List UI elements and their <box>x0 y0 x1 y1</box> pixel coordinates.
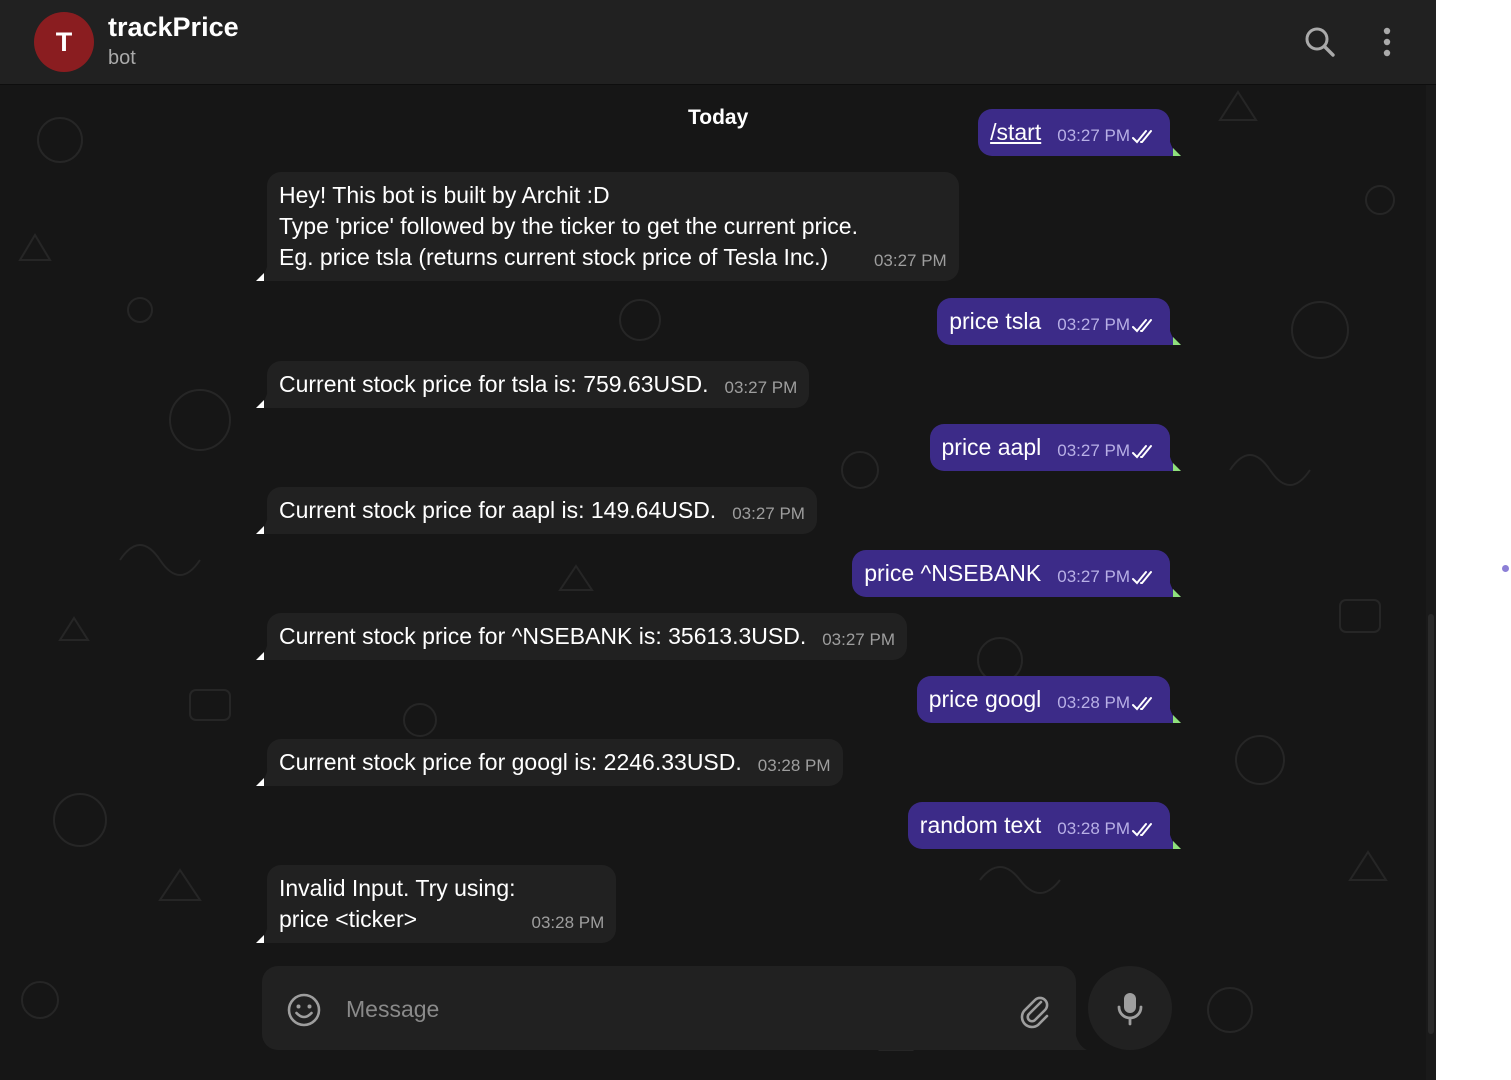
incoming-message[interactable]: Invalid Input. Try using: price <ticker> 0… <box>256 865 617 943</box>
read-double-check-icon <box>1132 696 1152 711</box>
message-text: price googl <box>928 686 1042 712</box>
message-line: Eg. price tsla (returns current stock pr… <box>279 244 829 270</box>
message-meta: 03:27 PM <box>822 628 895 652</box>
bubble-tail <box>256 390 268 408</box>
message-time: 03:27 PM <box>1057 126 1130 145</box>
chat-title[interactable]: trackPrice <box>108 12 239 43</box>
message-time: 03:27 PM <box>822 630 895 649</box>
message-text: price tsla <box>949 308 1042 334</box>
message-input[interactable] <box>344 988 988 1030</box>
message-time: 03:28 PM <box>1057 819 1130 838</box>
bubble-tail <box>1169 138 1181 156</box>
avatar[interactable]: T <box>34 12 94 72</box>
message-meta: 03:28 PM <box>1057 817 1158 841</box>
bubble-tail <box>256 516 268 534</box>
outgoing-message[interactable]: price tsla 03:27 PM <box>937 298 1181 345</box>
message-text: Invalid Input. Try using: price <ticker> <box>279 873 516 935</box>
bubble-tail <box>256 263 268 281</box>
message-text: Current stock price for tsla is: 759.63U… <box>279 369 709 400</box>
chat-scrollbar[interactable] <box>1426 84 1436 1080</box>
search-button[interactable] <box>1300 22 1340 62</box>
message-time: 03:27 PM <box>732 504 805 523</box>
message-time: 03:27 PM <box>1057 441 1130 460</box>
message-text: Hey! This bot is built by Archit :D Type … <box>279 180 858 273</box>
message-meta: 03:28 PM <box>758 754 831 778</box>
paperclip-icon <box>1020 996 1049 1029</box>
message-text[interactable]: /start <box>990 117 1041 148</box>
outgoing-message[interactable]: price ^NSEBANK 03:27 PM <box>852 550 1181 597</box>
message-composer <box>262 966 1087 1050</box>
search-icon <box>1305 27 1335 57</box>
bubble-tail <box>1169 831 1181 849</box>
message-time: 03:27 PM <box>724 378 798 397</box>
message-line: Hey! This bot is built by Archit :D <box>279 182 610 208</box>
message-meta: 03:27 PM <box>1057 439 1158 463</box>
bubble-tail <box>1169 705 1181 723</box>
message-text: Current stock price for aapl is: 149.64U… <box>279 495 716 526</box>
message-meta: 03:27 PM <box>874 249 947 273</box>
message-text: Current stock price for ^NSEBANK is: 356… <box>279 621 806 652</box>
incoming-message[interactable]: Current stock price for tsla is: 759.63U… <box>256 361 810 408</box>
more-vertical-icon <box>1383 27 1391 57</box>
read-double-check-icon <box>1132 318 1152 333</box>
message-meta: 03:27 PM <box>732 502 805 526</box>
incoming-message[interactable]: Current stock price for ^NSEBANK is: 356… <box>256 613 907 660</box>
message-text: price aapl <box>941 434 1042 460</box>
read-double-check-icon <box>1132 444 1152 459</box>
message-text: price ^NSEBANK <box>864 560 1042 586</box>
incoming-message[interactable]: Hey! This bot is built by Archit :D Type … <box>256 172 959 281</box>
message-text: random text <box>919 812 1042 838</box>
bubble-tail <box>256 925 268 943</box>
message-line: Invalid Input. Try using: <box>279 875 516 901</box>
message-line: price <ticker> <box>279 906 418 932</box>
read-double-check-icon <box>1132 822 1152 837</box>
incoming-message[interactable]: Current stock price for aapl is: 149.64U… <box>256 487 817 534</box>
chat-background-pattern <box>18 90 1395 1051</box>
message-line: Current stock price for ^NSEBANK is: 356… <box>279 623 807 649</box>
message-time: 03:28 PM <box>531 913 605 932</box>
message-time: 03:27 PM <box>873 251 947 270</box>
message-meta: 03:27 PM <box>1057 124 1158 148</box>
emoji-button[interactable] <box>284 990 324 1030</box>
chat-header: T trackPrice bot <box>0 0 1436 85</box>
message-time: 03:27 PM <box>1057 315 1130 334</box>
chat-status: bot <box>108 47 136 69</box>
microphone-icon <box>1117 993 1143 1026</box>
side-indicator-dot <box>1502 565 1509 572</box>
message-line: Current stock price for googl is: 2246.3… <box>279 749 742 775</box>
smile-icon <box>287 993 321 1027</box>
voice-message-button[interactable] <box>1088 966 1172 1050</box>
telegram-chat-window: T trackPrice bot Today /start 03:27 PM Hey… <box>0 0 1436 1080</box>
message-time: 03:27 PM <box>1057 567 1130 586</box>
message-line: Type 'price' followed by the ticker to g… <box>279 213 858 239</box>
outgoing-message[interactable]: random text 03:28 PM <box>907 802 1181 849</box>
message-meta: 03:27 PM <box>1057 565 1158 589</box>
more-options-button[interactable] <box>1367 22 1407 62</box>
scroll-thumb[interactable] <box>1428 614 1434 1034</box>
message-meta: 03:27 PM <box>1057 313 1158 337</box>
composer-tail <box>1075 1032 1087 1050</box>
message-meta: 03:28 PM <box>532 911 605 935</box>
message-meta: 03:28 PM <box>1057 691 1158 715</box>
outgoing-message[interactable]: price googl 03:28 PM <box>916 676 1181 723</box>
date-separator: Today <box>688 106 749 129</box>
message-meta: 03:27 PM <box>725 376 798 400</box>
message-line: Current stock price for aapl is: 149.64U… <box>279 497 717 523</box>
message-time: 03:28 PM <box>757 756 831 775</box>
read-double-check-icon <box>1132 129 1152 144</box>
bubble-tail <box>256 768 268 786</box>
read-double-check-icon <box>1132 570 1152 585</box>
message-time: 03:28 PM <box>1057 693 1130 712</box>
message-text: Current stock price for googl is: 2246.3… <box>279 747 742 778</box>
bubble-tail <box>256 642 268 660</box>
outgoing-message[interactable]: price aapl 03:27 PM <box>929 424 1181 471</box>
bubble-tail <box>1169 579 1181 597</box>
outgoing-message[interactable]: /start 03:27 PM <box>978 109 1181 156</box>
message-line: Current stock price for tsla is: 759.63U… <box>279 371 709 397</box>
attach-button[interactable] <box>1014 990 1054 1030</box>
incoming-message[interactable]: Current stock price for googl is: 2246.3… <box>256 739 843 786</box>
bubble-tail <box>1169 327 1181 345</box>
bubble-tail <box>1169 453 1181 471</box>
